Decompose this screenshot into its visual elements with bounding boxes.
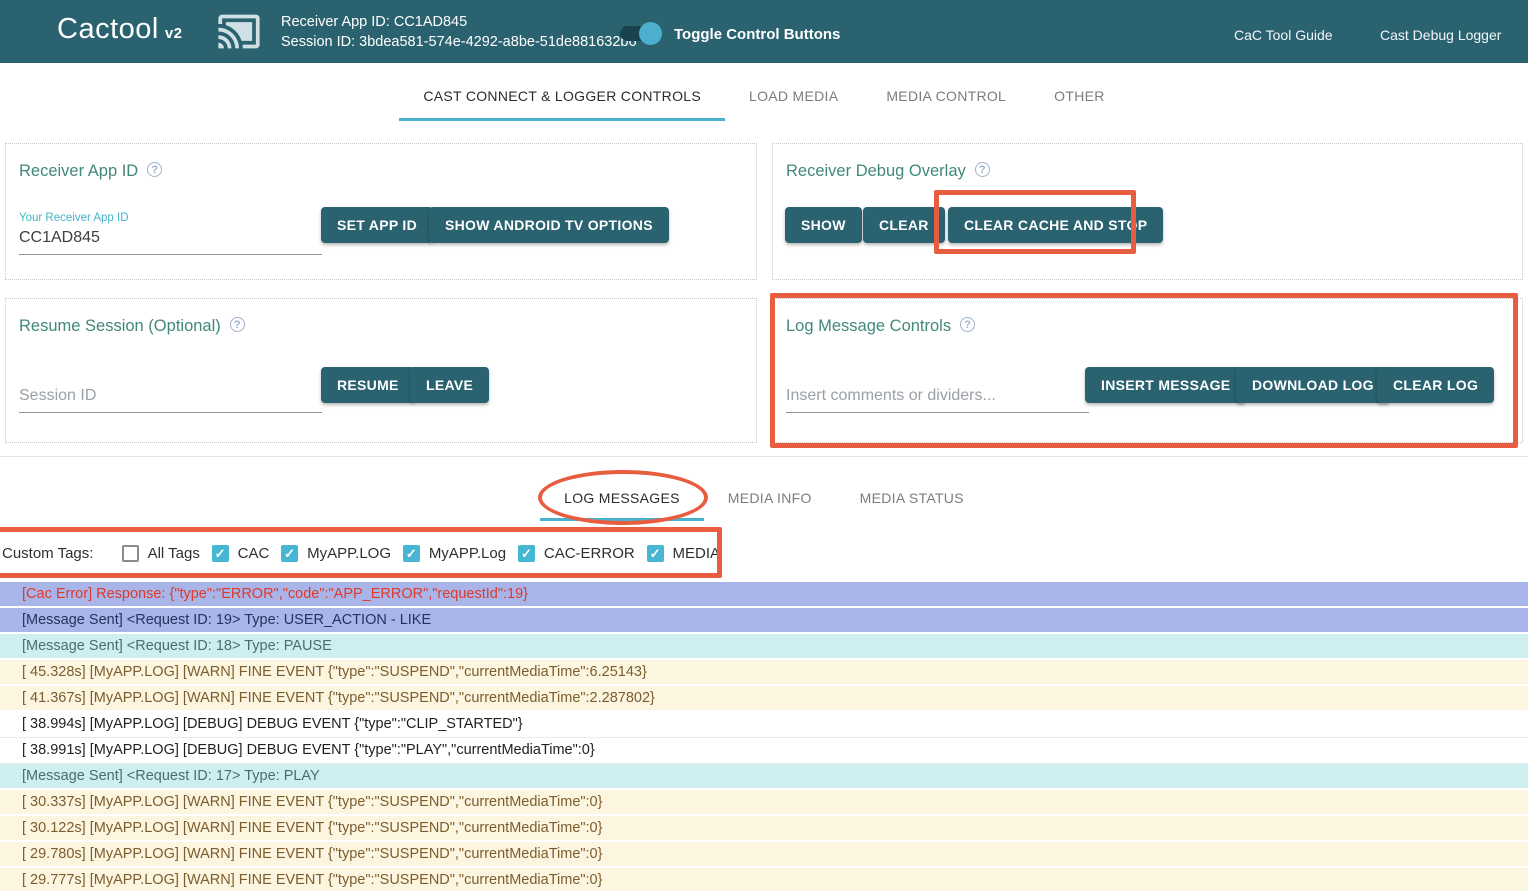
connection-info: Receiver App ID: CC1AD845 Session ID: 3b… [281, 12, 637, 52]
insert-message-button[interactable]: INSERT MESSAGE [1085, 367, 1246, 403]
checkbox-icon[interactable] [212, 545, 229, 562]
receiver-app-id-input[interactable] [19, 227, 322, 255]
log-row: [Cac Error] Response: {"type":"ERROR","c… [0, 582, 1528, 608]
panel-resume-session: Resume Session (Optional) RESUME LEAVE [5, 298, 757, 443]
tab-load-media[interactable]: LOAD MEDIA [725, 75, 862, 121]
show-overlay-button[interactable]: SHOW [785, 207, 862, 243]
tag-label: MyAPP.Log [429, 545, 506, 562]
log-row: [Message Sent] <Request ID: 17> Type: PL… [0, 764, 1528, 790]
panel-title-text: Log Message Controls [786, 317, 951, 335]
panel-title-text: Receiver Debug Overlay [786, 162, 966, 180]
tag-label: MyAPP.LOG [307, 545, 391, 562]
panel-title: Receiver App ID [19, 162, 162, 181]
log-row: [ 30.122s] [MyAPP.LOG] [WARN] FINE EVENT… [0, 816, 1528, 842]
section-divider [0, 456, 1528, 457]
tab-cast-connect-logger-controls[interactable]: CAST CONNECT & LOGGER CONTROLS [399, 75, 725, 121]
link-cac-tool-guide[interactable]: CaC Tool Guide [1234, 27, 1333, 43]
clear-overlay-button[interactable]: CLEAR [863, 207, 945, 243]
main-tab-bar: CAST CONNECT & LOGGER CONTROLS LOAD MEDI… [0, 75, 1528, 121]
tag-checkbox-myapp-log-mixed[interactable]: MyAPP.Log [403, 545, 506, 562]
tab-media-status[interactable]: MEDIA STATUS [836, 478, 988, 521]
log-row: [ 30.337s] [MyAPP.LOG] [WARN] FINE EVENT… [0, 790, 1528, 816]
panel-title: Log Message Controls [786, 317, 975, 336]
clear-log-button[interactable]: CLEAR LOG [1377, 367, 1494, 403]
checkbox-icon[interactable] [403, 545, 420, 562]
toggle-label: Toggle Control Buttons [674, 26, 840, 43]
panel-title: Receiver Debug Overlay [786, 162, 990, 181]
tag-checkbox-cac-error[interactable]: CAC-ERROR [518, 545, 635, 562]
tag-label: MEDIA [673, 545, 721, 562]
set-app-id-button[interactable]: SET APP ID [321, 207, 433, 243]
clear-cache-and-stop-button[interactable]: CLEAR CACHE AND STOP [948, 207, 1163, 243]
tag-label: CAC [238, 545, 270, 562]
log-row: [ 38.991s] [MyAPP.LOG] [DEBUG] DEBUG EVE… [0, 738, 1528, 764]
help-icon[interactable] [230, 317, 245, 332]
toggle-knob-icon [639, 22, 662, 45]
app-title: Cactool v2 [57, 13, 183, 46]
app-version: v2 [165, 25, 183, 42]
session-id-input[interactable] [19, 385, 322, 413]
tag-checkbox-myapp-log-upper[interactable]: MyAPP.LOG [281, 545, 391, 562]
panel-log-message-controls: Log Message Controls INSERT MESSAGE DOWN… [772, 298, 1523, 443]
download-log-button[interactable]: DOWNLOAD LOG [1236, 367, 1390, 403]
receiver-app-id-field-label: Your Receiver App ID [19, 212, 129, 224]
tab-media-control[interactable]: MEDIA CONTROL [862, 75, 1030, 121]
panel-title-text: Resume Session (Optional) [19, 317, 221, 335]
cast-icon [214, 9, 264, 54]
resume-button[interactable]: RESUME [321, 367, 415, 403]
log-tab-bar: LOG MESSAGES MEDIA INFO MEDIA STATUS [0, 478, 1528, 521]
app-header: Cactool v2 Receiver App ID: CC1AD845 Sess… [0, 0, 1528, 63]
checkbox-icon[interactable] [281, 545, 298, 562]
tag-checkbox-all-tags[interactable]: All Tags [122, 545, 200, 562]
leave-button[interactable]: LEAVE [410, 367, 489, 403]
app-name: Cactool [57, 13, 159, 45]
tab-log-messages[interactable]: LOG MESSAGES [540, 478, 704, 521]
custom-tags-bar: Custom Tags: All Tags CAC MyAPP.LOG MyAP… [0, 531, 720, 575]
control-buttons-toggle[interactable] [620, 26, 658, 41]
log-row: [ 41.367s] [MyAPP.LOG] [WARN] FINE EVENT… [0, 686, 1528, 712]
checkbox-icon[interactable] [518, 545, 535, 562]
link-cast-debug-logger[interactable]: Cast Debug Logger [1380, 27, 1501, 43]
help-icon[interactable] [975, 162, 990, 177]
tab-other[interactable]: OTHER [1030, 75, 1129, 121]
log-row: [ 38.994s] [MyAPP.LOG] [DEBUG] DEBUG EVE… [0, 712, 1528, 738]
help-icon[interactable] [147, 162, 162, 177]
tag-label: CAC-ERROR [544, 545, 635, 562]
cactool-app: Cactool v2 Receiver App ID: CC1AD845 Sess… [0, 0, 1528, 891]
checkbox-icon[interactable] [647, 545, 664, 562]
log-message-list: [Cac Error] Response: {"type":"ERROR","c… [0, 582, 1528, 891]
log-row: [Message Sent] <Request ID: 19> Type: US… [0, 608, 1528, 634]
custom-tags-label: Custom Tags: [2, 545, 93, 562]
help-icon[interactable] [960, 317, 975, 332]
show-android-tv-options-button[interactable]: SHOW ANDROID TV OPTIONS [429, 207, 669, 243]
log-row: [ 45.328s] [MyAPP.LOG] [WARN] FINE EVENT… [0, 660, 1528, 686]
tag-checkbox-media[interactable]: MEDIA [647, 545, 721, 562]
panel-receiver-app-id: Receiver App ID Your Receiver App ID SET… [5, 143, 757, 280]
log-row: [ 29.780s] [MyAPP.LOG] [WARN] FINE EVENT… [0, 842, 1528, 868]
tab-media-info[interactable]: MEDIA INFO [704, 478, 836, 521]
tag-label: All Tags [148, 545, 200, 562]
tag-checkbox-cac[interactable]: CAC [212, 545, 270, 562]
log-row: [Message Sent] <Request ID: 18> Type: PA… [0, 634, 1528, 660]
insert-message-input[interactable] [786, 385, 1089, 413]
receiver-app-id-text: Receiver App ID: CC1AD845 [281, 12, 637, 32]
panel-title: Resume Session (Optional) [19, 317, 245, 336]
log-row: [ 29.777s] [MyAPP.LOG] [WARN] FINE EVENT… [0, 868, 1528, 891]
checkbox-icon[interactable] [122, 545, 139, 562]
session-id-text: Session ID: 3bdea581-574e-4292-a8be-51de… [281, 32, 637, 52]
panel-title-text: Receiver App ID [19, 162, 138, 180]
panel-receiver-debug-overlay: Receiver Debug Overlay SHOW CLEAR CLEAR … [772, 143, 1523, 280]
